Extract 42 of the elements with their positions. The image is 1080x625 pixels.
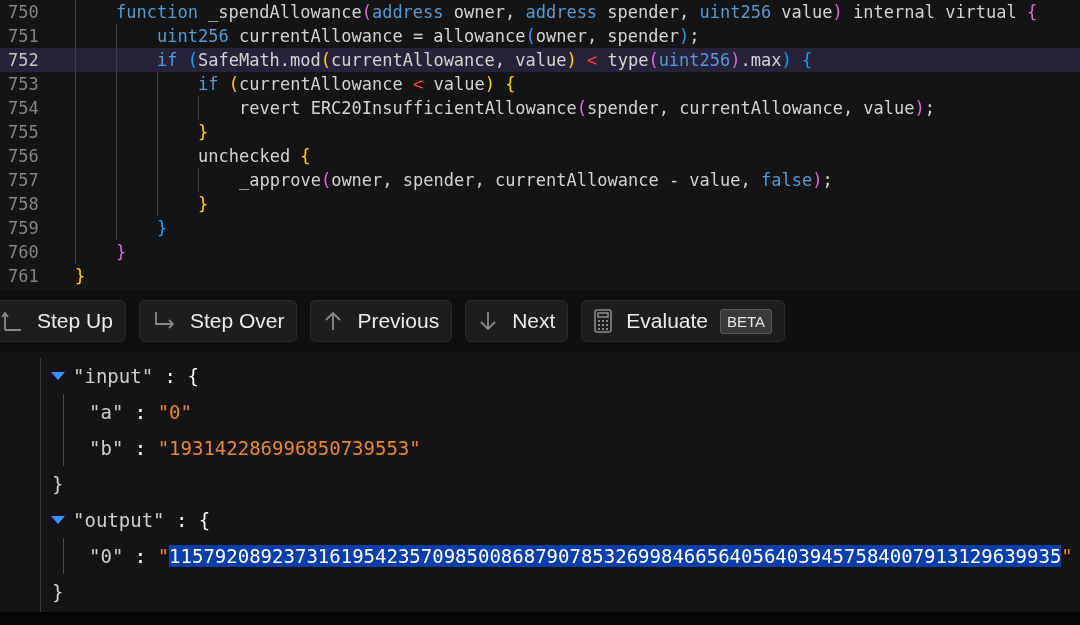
code-line: } — [198, 121, 209, 144]
json-line: "input" : { — [73, 365, 199, 387]
line-number: 757 — [7, 169, 40, 192]
next-button[interactable]: Next — [465, 300, 569, 342]
line-number: 756 — [7, 145, 40, 168]
json-line: "output" : { — [73, 509, 211, 531]
json-line: } — [52, 473, 64, 495]
code-line: } — [116, 241, 127, 264]
previous-button[interactable]: Previous — [310, 300, 453, 342]
json-line: "a" : "0" — [89, 401, 192, 423]
code-line: } — [198, 193, 209, 216]
json-line: } — [52, 581, 64, 603]
line-number: 754 — [7, 97, 40, 120]
line-number: 755 — [7, 121, 40, 144]
expand-caret-icon[interactable] — [50, 515, 66, 525]
beta-badge: BETA — [720, 308, 773, 334]
code-line: } — [75, 265, 86, 288]
code-line: function _spendAllowance(address owner, address spender, uint256 value) internal virtual { — [116, 1, 1038, 24]
line-number: 751 — [7, 25, 40, 48]
code-line: unchecked { — [198, 145, 311, 168]
step-over-button[interactable]: Step Over — [138, 300, 298, 342]
code-line: if (currentAllowance < value) { — [198, 73, 516, 96]
line-number: 752 — [7, 49, 40, 72]
step-up-button[interactable]: Step Up — [0, 300, 126, 342]
json-line: "0" : "115792089237316195423570985008687907853269984665640564039457584007913129639935" — [89, 545, 1073, 567]
code-line: } — [157, 217, 168, 240]
line-number: 759 — [7, 217, 40, 240]
line-number: 750 — [7, 1, 40, 24]
evaluate-button[interactable]: Evaluate BETA — [581, 300, 786, 342]
expand-caret-icon[interactable] — [50, 371, 66, 381]
arrow-down-icon — [478, 310, 499, 332]
json-line: "b" : "193142286996850739553" — [89, 437, 421, 459]
code-line: uint256 currentAllowance = allowance(owner, spender); — [157, 25, 700, 48]
code-line: _approve(owner, spender, currentAllowance - value, false); — [239, 169, 833, 192]
code-line: if (SafeMath.mod(currentAllowance, value) < type(uint256).max) { — [157, 49, 813, 72]
line-number: 761 — [7, 265, 40, 288]
line-number: 760 — [7, 241, 40, 264]
line-number: 758 — [7, 193, 40, 216]
line-number: 753 — [7, 73, 40, 96]
calculator-icon — [594, 309, 613, 333]
code-line: revert ERC20InsufficientAllowance(spender, currentAllowance, value); — [239, 97, 936, 120]
step-up-icon — [1, 310, 23, 332]
